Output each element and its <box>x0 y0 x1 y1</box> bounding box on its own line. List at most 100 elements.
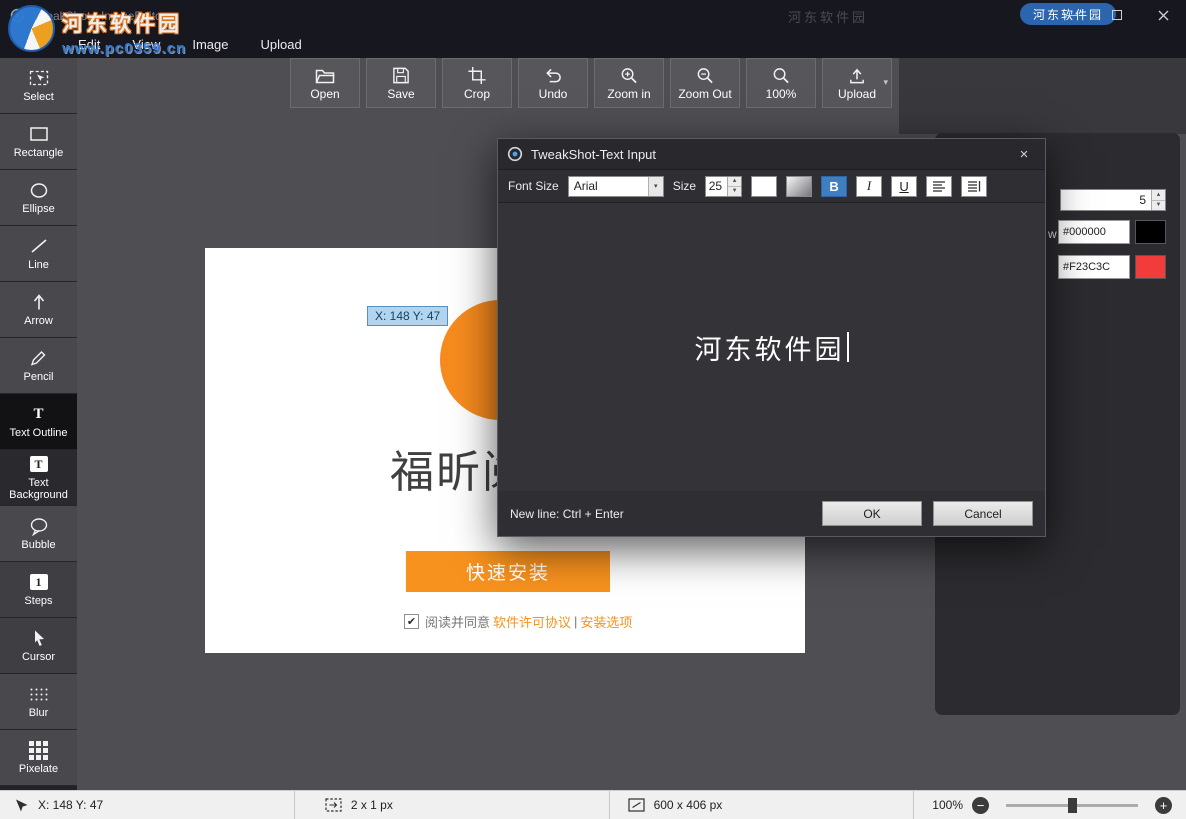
status-image-size-section: 600 x 406 px <box>610 791 915 819</box>
pencil-icon <box>29 348 48 368</box>
tool-select[interactable]: Select <box>0 58 77 114</box>
tool-arrow[interactable]: Arrow <box>0 282 77 338</box>
indent-lines-icon <box>967 180 981 192</box>
tool-pixelate[interactable]: Pixelate <box>0 730 77 786</box>
undo-icon <box>543 66 563 85</box>
plus-icon: + <box>1160 799 1168 812</box>
tool-label: Bubble <box>21 539 55 551</box>
cancel-button[interactable]: Cancel <box>933 501 1033 526</box>
site-name: 河东软件园 <box>62 8 186 38</box>
tool-label: Text Background <box>0 477 77 501</box>
zoom-reset-button-label: 100% <box>766 87 797 101</box>
dialog-toolbar: Font Size Arial ▾ Size 25 ▲ ▼ B I U <box>498 170 1045 203</box>
tool-pencil[interactable]: Pencil <box>0 338 77 394</box>
selection-size-icon <box>325 798 342 812</box>
tool-text-outline[interactable]: T Text Outline <box>0 394 77 450</box>
zoom-out-button[interactable]: Zoom Out <box>670 58 740 108</box>
minimize-icon <box>1066 15 1077 16</box>
blur-icon <box>29 684 49 704</box>
tool-line[interactable]: Line <box>0 226 77 282</box>
size-label: Size <box>673 179 696 193</box>
zoom-out-icon <box>695 66 715 85</box>
image-size-value: 600 x 406 px <box>654 798 723 812</box>
maximize-icon <box>1112 10 1122 20</box>
spin-up-button[interactable]: ▲ <box>1152 190 1165 200</box>
underline-button[interactable]: U <box>891 176 917 197</box>
tool-steps[interactable]: 1 Steps <box>0 562 77 618</box>
zoom-increase-button[interactable]: + <box>1155 797 1172 814</box>
crop-button[interactable]: Crop <box>442 58 512 108</box>
tool-label: Cursor <box>22 651 55 663</box>
menu-item-image[interactable]: Image <box>176 30 244 58</box>
text-caret <box>847 332 849 362</box>
cursor-position-value: X: 148 Y: 47 <box>38 798 103 812</box>
italic-button[interactable]: I <box>856 176 882 197</box>
tool-text-background[interactable]: T Text Background <box>0 450 77 506</box>
upload-dropdown-icon[interactable]: ▾ <box>883 77 888 88</box>
agree-text: 阅读并同意 <box>425 612 490 631</box>
ok-button[interactable]: OK <box>822 501 922 526</box>
tool-label: Pixelate <box>19 763 58 775</box>
spinner-arrows: ▲ ▼ <box>727 177 741 196</box>
upload-button[interactable]: Upload ▾ <box>822 58 892 108</box>
tool-rectangle[interactable]: Rectangle <box>0 114 77 170</box>
tool-label: Pencil <box>24 371 54 383</box>
shadow-color-swatch[interactable] <box>1135 220 1166 244</box>
text-entry-area[interactable]: 河东软件园 <box>498 203 1045 491</box>
top-right-panel-strip <box>899 58 1186 134</box>
crop-icon <box>467 66 487 85</box>
bold-button[interactable]: B <box>821 176 847 197</box>
spin-down-button[interactable]: ▼ <box>728 186 741 196</box>
site-watermark-texts: 河东软件园 www.pc0359.cn <box>62 5 186 57</box>
undo-button[interactable]: Undo <box>518 58 588 108</box>
dialog-titlebar[interactable]: TweakShot-Text Input × <box>498 139 1045 170</box>
tool-ellipse[interactable]: Ellipse <box>0 170 77 226</box>
align-button[interactable] <box>926 176 952 197</box>
agreement-row: ✔ 阅读并同意 软件许可协议 | 安装选项 <box>404 612 635 631</box>
close-button[interactable] <box>1140 0 1186 30</box>
check-icon: ✔ <box>407 615 416 628</box>
tool-cursor[interactable]: Cursor <box>0 618 77 674</box>
site-logo-icon <box>8 5 55 52</box>
tool-sidebar: Select Rectangle Ellipse Line Arrow Penc… <box>0 58 77 790</box>
zoom-decrease-button[interactable]: − <box>972 797 989 814</box>
zoom-slider-handle[interactable] <box>1068 798 1077 813</box>
zoom-slider[interactable] <box>1006 804 1138 807</box>
fill-color-input[interactable]: #F23C3C <box>1058 255 1130 279</box>
font-family-select[interactable]: Arial ▾ <box>568 176 664 197</box>
zoom-in-button[interactable]: Zoom in <box>594 58 664 108</box>
text-color-white-button[interactable] <box>751 176 777 197</box>
fill-color-swatch[interactable] <box>1135 255 1166 279</box>
spin-up-button[interactable]: ▲ <box>728 177 741 186</box>
menu-item-upload[interactable]: Upload <box>245 30 318 58</box>
tool-bubble[interactable]: Bubble <box>0 506 77 562</box>
spin-down-button[interactable]: ▼ <box>1152 200 1165 211</box>
ellipse-icon <box>29 180 49 200</box>
entered-text: 河东软件园 <box>695 328 845 367</box>
tool-label: Line <box>28 259 49 271</box>
site-watermark: 河东软件园 www.pc0359.cn <box>8 5 186 57</box>
open-button[interactable]: Open <box>290 58 360 108</box>
text-gradient-button[interactable] <box>786 176 812 197</box>
save-button-label: Save <box>387 87 414 101</box>
shadow-color-input[interactable]: #000000 <box>1058 220 1130 244</box>
dialog-close-button[interactable]: × <box>1012 142 1036 166</box>
tweakshot-window: TweakShot - ImageEditor 河东软件园 河东软件园 Edit… <box>0 0 1186 819</box>
site-url: www.pc0359.cn <box>62 40 186 57</box>
font-size-value: 25 <box>706 177 727 196</box>
selection-size-value: 2 x 1 px <box>351 798 393 812</box>
maximize-button[interactable] <box>1094 0 1140 30</box>
status-selection-section: 2 x 1 px <box>295 791 610 819</box>
dialog-title: TweakShot-Text Input <box>531 147 656 162</box>
status-position-section: X: 148 Y: 47 <box>0 791 295 819</box>
indent-button[interactable] <box>961 176 987 197</box>
save-button[interactable]: Save <box>366 58 436 108</box>
thickness-spinner[interactable]: 5 ▲ ▼ <box>1060 189 1166 211</box>
dialog-footer: New line: Ctrl + Enter OK Cancel <box>498 491 1045 536</box>
tool-blur[interactable]: Blur <box>0 674 77 730</box>
minimize-button[interactable] <box>1048 0 1094 30</box>
zoom-reset-button[interactable]: 100% <box>746 58 816 108</box>
zoom-level-value: 100% <box>932 798 963 812</box>
undo-button-label: Undo <box>539 87 568 101</box>
font-size-spinner[interactable]: 25 ▲ ▼ <box>705 176 742 197</box>
